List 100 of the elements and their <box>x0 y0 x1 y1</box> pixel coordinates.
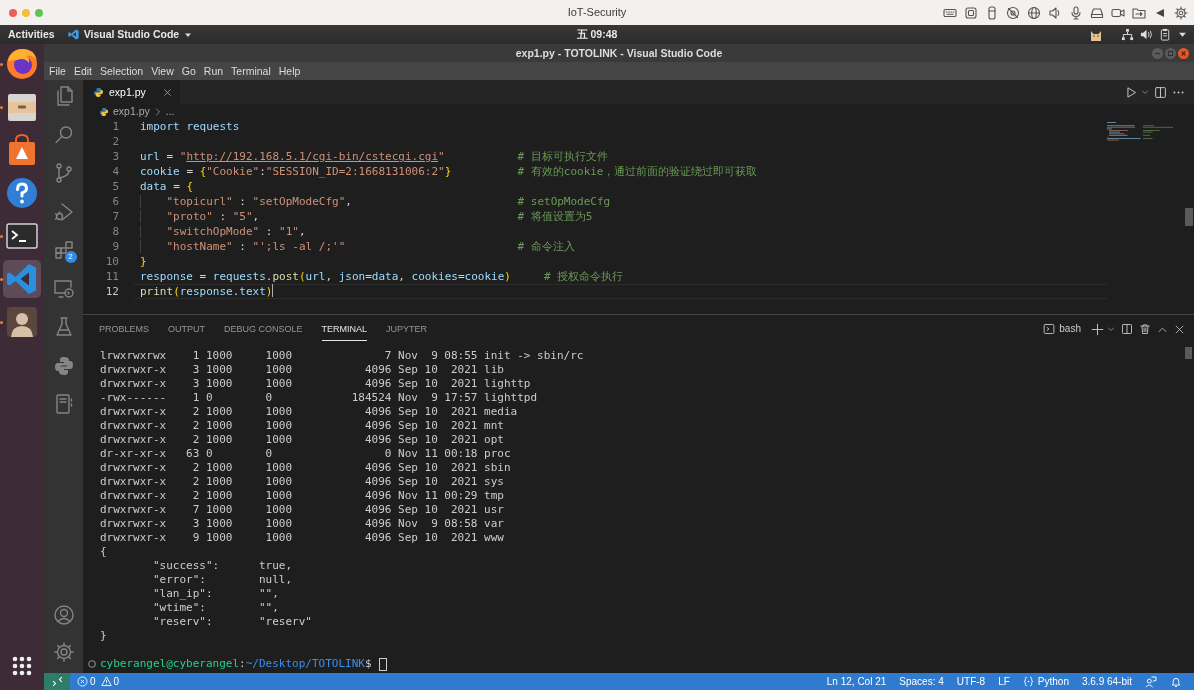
status-item[interactable]: UTF-8 <box>956 675 986 688</box>
code-editor-icon[interactable] <box>3 260 41 298</box>
close-icon[interactable] <box>163 87 172 97</box>
app-menu[interactable]: Visual Studio Code <box>83 28 180 41</box>
code-line: cookie = {"Cookie":"SESSION_ID=2:1668131006:2"} <box>140 165 452 178</box>
settings-icon[interactable] <box>51 640 76 664</box>
clock[interactable]: 五 09:48 <box>576 28 618 41</box>
panel-tab[interactable]: PROBLEMS <box>99 317 149 341</box>
code-comment: # setOpModeCfg <box>517 195 611 208</box>
code-line: url = "http://192.168.5.1/cgi-bin/cstecgi.cgi" <box>140 150 445 163</box>
app-grid-icon[interactable] <box>12 656 32 676</box>
window-title: IoT-Security <box>567 5 627 20</box>
breadcrumb-item[interactable]: ... <box>165 105 175 118</box>
menu-item[interactable]: Edit <box>69 63 96 79</box>
chevron-right-icon <box>153 107 162 116</box>
line-number: 11 <box>104 269 119 284</box>
split-editor-icon[interactable] <box>1154 85 1167 99</box>
run-icon[interactable] <box>1125 85 1138 99</box>
scrollbar-thumb[interactable] <box>1185 347 1192 359</box>
network-icon[interactable] <box>1121 28 1134 41</box>
terminal-line: "lan_ip": "", <box>152 587 280 601</box>
breadcrumb-item[interactable]: exp1.py <box>113 105 150 118</box>
line-number: 8 <box>111 224 119 239</box>
menu-item[interactable]: Terminal <box>227 63 275 79</box>
code-line: data = { <box>140 180 193 193</box>
settings-icon[interactable] <box>1174 5 1188 20</box>
volume-icon[interactable] <box>1140 28 1153 41</box>
code-line: "topicurl" : "setOpModeCfg", <box>140 195 352 208</box>
line-number: 10 <box>104 254 119 269</box>
microphone-icon[interactable] <box>1069 5 1083 20</box>
chip-icon[interactable] <box>964 5 978 20</box>
menu-item[interactable]: Go <box>177 63 200 79</box>
trash-icon[interactable] <box>1139 323 1151 335</box>
speaker-icon[interactable] <box>1048 5 1062 20</box>
terminal-line: drwxrwxr-x 2 1000 1000 4096 Sep 10 2021 sys <box>100 475 505 489</box>
text-cursor <box>272 284 274 297</box>
code-line: "switchOpMode" : "1", <box>140 225 306 238</box>
terminal-line: { <box>100 545 108 559</box>
folder-icon[interactable] <box>1132 5 1146 20</box>
line-number: 6 <box>111 194 119 209</box>
panel-tab[interactable]: TERMINAL <box>321 317 368 341</box>
close-icon[interactable] <box>1174 323 1185 335</box>
panel-tab[interactable]: JUPYTER <box>386 317 428 341</box>
code-line: response = requests.post(url, json=data, cookies=cookie) <box>140 270 511 283</box>
terminal-line: drwxrwxr-x 3 1000 1000 4096 Nov 9 08:58 var <box>100 517 505 531</box>
code-line: } <box>140 255 147 268</box>
caret-icon[interactable] <box>1178 30 1187 39</box>
code-line: "proto" : "5", <box>140 210 260 223</box>
terminal-selector[interactable]: bash <box>1043 323 1081 335</box>
status-item[interactable]: 3.6.9 64-bit <box>1081 675 1132 688</box>
panel-tab[interactable]: OUTPUT <box>168 317 205 341</box>
feedback-icon[interactable] <box>1145 675 1157 688</box>
terminal-line: drwxrwxr-x 9 1000 1000 4096 Sep 10 2021 www <box>100 531 505 545</box>
code-editor-icon <box>67 29 79 40</box>
activities-button[interactable]: Activities <box>8 28 55 41</box>
scrollbar-thumb[interactable] <box>1184 208 1193 226</box>
line-number: 5 <box>111 179 119 194</box>
count-badge: 2 <box>64 251 77 263</box>
account-icon[interactable] <box>51 603 76 627</box>
menu-item[interactable]: File <box>45 63 70 79</box>
terminal-line: lrwxrwxrwx 1 1000 1000 7 Nov 9 08:55 init -> sbin/rc <box>100 349 585 363</box>
status-item[interactable]: Spaces: 4 <box>899 675 944 688</box>
crossed-circle-icon[interactable] <box>1006 5 1020 20</box>
code-line: import requests <box>140 120 240 133</box>
terminal-line: -rwx------ 1 0 0 184524 Nov 9 17:57 lighttpd <box>100 391 539 405</box>
globe-icon[interactable] <box>1027 5 1041 20</box>
remote-button[interactable] <box>44 673 70 690</box>
terminal-line: "error": null, <box>152 573 294 587</box>
close-button[interactable] <box>9 8 17 17</box>
terminal-prompt: cyberangel@cyberangel:~/Desktop/TOTOLINK$ <box>100 657 372 671</box>
terminal-line: drwxrwxr-x 2 1000 1000 4096 Nov 11 00:29 tmp <box>100 489 505 503</box>
panel-tab[interactable]: DEBUG CONSOLE <box>224 317 303 341</box>
code-comment: # 目标可执行文件 <box>517 150 608 163</box>
problems-button[interactable]: 0 0 <box>77 675 120 688</box>
menu-item[interactable]: Selection <box>96 63 148 79</box>
terminal-line: dr-xr-xr-x 63 0 0 0 Nov 11 00:18 proc <box>100 447 512 461</box>
status-item[interactable]: LF <box>998 675 1010 688</box>
usb-stick-icon[interactable] <box>985 5 999 20</box>
close-button[interactable] <box>1178 47 1189 59</box>
menu-item[interactable]: Run <box>199 63 228 79</box>
language-button[interactable]: Python <box>1022 675 1069 688</box>
plus-icon[interactable] <box>1091 322 1104 336</box>
line-number: 9 <box>111 239 119 254</box>
line-number: 3 <box>111 149 119 164</box>
split-terminal-icon[interactable] <box>1121 323 1133 335</box>
line-number: 7 <box>111 209 119 224</box>
terminal-line: drwxrwxr-x 2 1000 1000 4096 Sep 10 2021 opt <box>100 433 505 447</box>
terminal-line: "wtime": "", <box>152 601 280 615</box>
menu-item[interactable]: View <box>147 63 178 79</box>
drive-icon[interactable] <box>1090 5 1104 20</box>
line-number: 1 <box>111 119 119 134</box>
status-item[interactable]: Ln 12, Col 21 <box>826 675 887 688</box>
bell-icon[interactable] <box>1170 675 1182 688</box>
terminal-line: drwxrwxr-x 2 1000 1000 4096 Sep 10 2021 sbin <box>100 461 512 475</box>
terminal-line: drwxrwxr-x 2 1000 1000 4096 Sep 10 2021 media <box>100 405 519 419</box>
editor-tab[interactable]: exp1.py <box>83 80 180 104</box>
terminal-line: "reserv": "reserv" <box>152 615 313 629</box>
clipboard-icon[interactable] <box>1159 28 1172 41</box>
terminal-line: "success": true, <box>152 559 294 573</box>
menu-item[interactable]: Help <box>274 63 305 79</box>
